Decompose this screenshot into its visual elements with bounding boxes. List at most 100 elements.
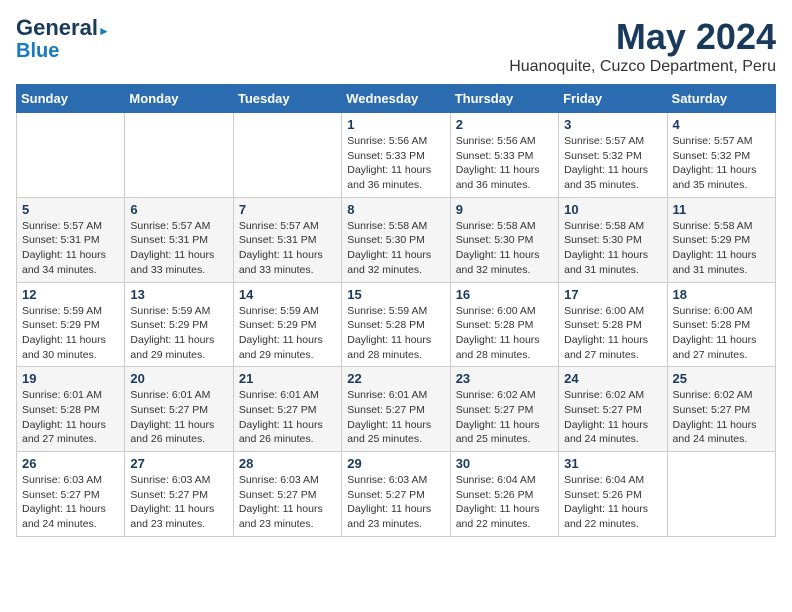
- day-number: 3: [564, 117, 661, 132]
- calendar-day-cell: [125, 113, 233, 198]
- day-number: 2: [456, 117, 553, 132]
- day-info: Sunrise: 6:01 AMSunset: 5:27 PMDaylight:…: [130, 388, 227, 447]
- calendar-day-cell: 9 Sunrise: 5:58 AMSunset: 5:30 PMDaylight…: [450, 197, 558, 282]
- day-info: Sunrise: 6:00 AMSunset: 5:28 PMDaylight:…: [564, 304, 661, 363]
- weekday-header-tuesday: Tuesday: [233, 85, 341, 113]
- calendar-week-2: 5 Sunrise: 5:57 AMSunset: 5:31 PMDaylight…: [17, 197, 776, 282]
- weekday-header-friday: Friday: [559, 85, 667, 113]
- day-number: 15: [347, 287, 444, 302]
- day-info: Sunrise: 6:01 AMSunset: 5:27 PMDaylight:…: [239, 388, 336, 447]
- day-info: Sunrise: 5:57 AMSunset: 5:31 PMDaylight:…: [239, 219, 336, 278]
- calendar-day-cell: 20 Sunrise: 6:01 AMSunset: 5:27 PMDayligh…: [125, 367, 233, 452]
- weekday-header-saturday: Saturday: [667, 85, 775, 113]
- day-info: Sunrise: 5:58 AMSunset: 5:30 PMDaylight:…: [347, 219, 444, 278]
- calendar-day-cell: 1Sunrise: 5:56 AMSunset: 5:33 PMDaylight…: [342, 113, 450, 198]
- day-number: 16: [456, 287, 553, 302]
- calendar-table: SundayMondayTuesdayWednesdayThursdayFrid…: [16, 84, 776, 537]
- calendar-day-cell: 17 Sunrise: 6:00 AMSunset: 5:28 PMDayligh…: [559, 282, 667, 367]
- calendar-day-cell: 13 Sunrise: 5:59 AMSunset: 5:29 PMDayligh…: [125, 282, 233, 367]
- calendar-day-cell: 15 Sunrise: 5:59 AMSunset: 5:28 PMDayligh…: [342, 282, 450, 367]
- day-info: Sunrise: 6:00 AMSunset: 5:28 PMDaylight:…: [673, 304, 770, 363]
- day-number: 12: [22, 287, 119, 302]
- day-info: Sunrise: 5:59 AMSunset: 5:29 PMDaylight:…: [130, 304, 227, 363]
- day-info: Sunrise: 5:56 AMSunset: 5:33 PMDaylight:…: [456, 134, 553, 193]
- day-number: 25: [673, 371, 770, 386]
- calendar-day-cell: 31 Sunrise: 6:04 AMSunset: 5:26 PMDayligh…: [559, 452, 667, 537]
- day-info: Sunrise: 5:59 AMSunset: 5:28 PMDaylight:…: [347, 304, 444, 363]
- logo-blue: Blue: [16, 40, 59, 62]
- day-info: Sunrise: 6:00 AMSunset: 5:28 PMDaylight:…: [456, 304, 553, 363]
- weekday-header-thursday: Thursday: [450, 85, 558, 113]
- calendar-day-cell: 14Sunrise: 5:59 AMSunset: 5:29 PMDayligh…: [233, 282, 341, 367]
- day-info: Sunrise: 5:58 AMSunset: 5:30 PMDaylight:…: [564, 219, 661, 278]
- day-info: Sunrise: 6:01 AMSunset: 5:27 PMDaylight:…: [347, 388, 444, 447]
- calendar-day-cell: 12Sunrise: 5:59 AMSunset: 5:29 PMDayligh…: [17, 282, 125, 367]
- calendar-day-cell: [233, 113, 341, 198]
- day-number: 22: [347, 371, 444, 386]
- calendar-day-cell: 6 Sunrise: 5:57 AMSunset: 5:31 PMDaylight…: [125, 197, 233, 282]
- page-header: General► Blue May 2024 Huanoquite, Cuzco…: [16, 16, 776, 76]
- day-info: Sunrise: 6:02 AMSunset: 5:27 PMDaylight:…: [673, 388, 770, 447]
- calendar-week-1: 1 Sunrise: 5:56 AMSunset: 5:33 PMDaylight…: [17, 113, 776, 198]
- weekday-header-sunday: Sunday: [17, 85, 125, 113]
- day-number: 28: [239, 456, 336, 471]
- weekday-header-wednesday: Wednesday: [342, 85, 450, 113]
- weekday-header-monday: Monday: [125, 85, 233, 113]
- day-number: 1: [347, 117, 444, 132]
- calendar-day-cell: 10 Sunrise: 5:58 AMSunset: 5:30 PMDayligh…: [559, 197, 667, 282]
- day-info: Sunrise: 6:03 AMSunset: 5:27 PMDaylight:…: [239, 473, 336, 532]
- day-info: Sunrise: 6:04 AMSunset: 5:26 PMDaylight:…: [564, 473, 661, 532]
- page-title: May 2024: [509, 16, 776, 58]
- day-number: 8: [347, 202, 444, 217]
- day-info: Sunrise: 6:01 AMSunset: 5:28 PMDaylight:…: [22, 388, 119, 447]
- calendar-day-cell: 19 Sunrise: 6:01 AMSunset: 5:28 PMDayligh…: [17, 367, 125, 452]
- day-number: 10: [564, 202, 661, 217]
- calendar-week-4: 19 Sunrise: 6:01 AMSunset: 5:28 PMDayligh…: [17, 367, 776, 452]
- day-info: Sunrise: 6:03 AMSunset: 5:27 PMDaylight:…: [130, 473, 227, 532]
- day-number: 6: [130, 202, 227, 217]
- day-number: 4: [673, 117, 770, 132]
- day-number: 29: [347, 456, 444, 471]
- calendar-day-cell: 5Sunrise: 5:57 AMSunset: 5:31 PMDaylight…: [17, 197, 125, 282]
- day-number: 17: [564, 287, 661, 302]
- calendar-day-cell: 8 Sunrise: 5:58 AMSunset: 5:30 PMDaylight…: [342, 197, 450, 282]
- day-number: 13: [130, 287, 227, 302]
- calendar-day-cell: 24 Sunrise: 6:02 AMSunset: 5:27 PMDayligh…: [559, 367, 667, 452]
- day-info: Sunrise: 6:04 AMSunset: 5:26 PMDaylight:…: [456, 473, 553, 532]
- calendar-day-cell: 4 Sunrise: 5:57 AMSunset: 5:32 PMDaylight…: [667, 113, 775, 198]
- calendar-day-cell: 18Sunrise: 6:00 AMSunset: 5:28 PMDayligh…: [667, 282, 775, 367]
- day-number: 26: [22, 456, 119, 471]
- calendar-day-cell: 25 Sunrise: 6:02 AMSunset: 5:27 PMDayligh…: [667, 367, 775, 452]
- day-info: Sunrise: 6:03 AMSunset: 5:27 PMDaylight:…: [22, 473, 119, 532]
- calendar-day-cell: [667, 452, 775, 537]
- calendar-day-cell: 21 Sunrise: 6:01 AMSunset: 5:27 PMDayligh…: [233, 367, 341, 452]
- day-number: 7: [239, 202, 336, 217]
- calendar-day-cell: 16 Sunrise: 6:00 AMSunset: 5:28 PMDayligh…: [450, 282, 558, 367]
- day-info: Sunrise: 5:57 AMSunset: 5:31 PMDaylight:…: [130, 219, 227, 278]
- calendar-week-3: 12 Sunrise: 5:59 AMSunset: 5:29 PMDayligh…: [17, 282, 776, 367]
- day-info: Sunrise: 5:57 AMSunset: 5:32 PMDaylight:…: [564, 134, 661, 193]
- day-number: 9: [456, 202, 553, 217]
- day-number: 31: [564, 456, 661, 471]
- calendar-day-cell: 26 Sunrise: 6:03 AMSunset: 5:27 PMDayligh…: [17, 452, 125, 537]
- day-number: 19: [22, 371, 119, 386]
- page-subtitle: Huanoquite, Cuzco Department, Peru: [509, 58, 776, 76]
- logo: General► Blue: [16, 16, 110, 62]
- day-number: 5: [22, 202, 119, 217]
- calendar-day-cell: 3 Sunrise: 5:57 AMSunset: 5:32 PMDaylight…: [559, 113, 667, 198]
- day-number: 24: [564, 371, 661, 386]
- day-number: 21: [239, 371, 336, 386]
- calendar-day-cell: 29 Sunrise: 6:03 AMSunset: 5:27 PMDayligh…: [342, 452, 450, 537]
- day-number: 20: [130, 371, 227, 386]
- title-block: May 2024 Huanoquite, Cuzco Department, P…: [509, 16, 776, 76]
- day-info: Sunrise: 5:58 AMSunset: 5:30 PMDaylight:…: [456, 219, 553, 278]
- calendar-day-cell: 30Sunrise: 6:04 AMSunset: 5:26 PMDayligh…: [450, 452, 558, 537]
- calendar-day-cell: 22 Sunrise: 6:01 AMSunset: 5:27 PMDayligh…: [342, 367, 450, 452]
- day-info: Sunrise: 6:02 AMSunset: 5:27 PMDaylight:…: [564, 388, 661, 447]
- day-info: Sunrise: 5:59 AMSunset: 5:29 PMDaylight:…: [239, 304, 336, 363]
- weekday-header-row: SundayMondayTuesdayWednesdayThursdayFrid…: [17, 85, 776, 113]
- day-info: Sunrise: 5:58 AMSunset: 5:29 PMDaylight:…: [673, 219, 770, 278]
- calendar-day-cell: 27Sunrise: 6:03 AMSunset: 5:27 PMDayligh…: [125, 452, 233, 537]
- day-info: Sunrise: 6:03 AMSunset: 5:27 PMDaylight:…: [347, 473, 444, 532]
- day-info: Sunrise: 5:57 AMSunset: 5:32 PMDaylight:…: [673, 134, 770, 193]
